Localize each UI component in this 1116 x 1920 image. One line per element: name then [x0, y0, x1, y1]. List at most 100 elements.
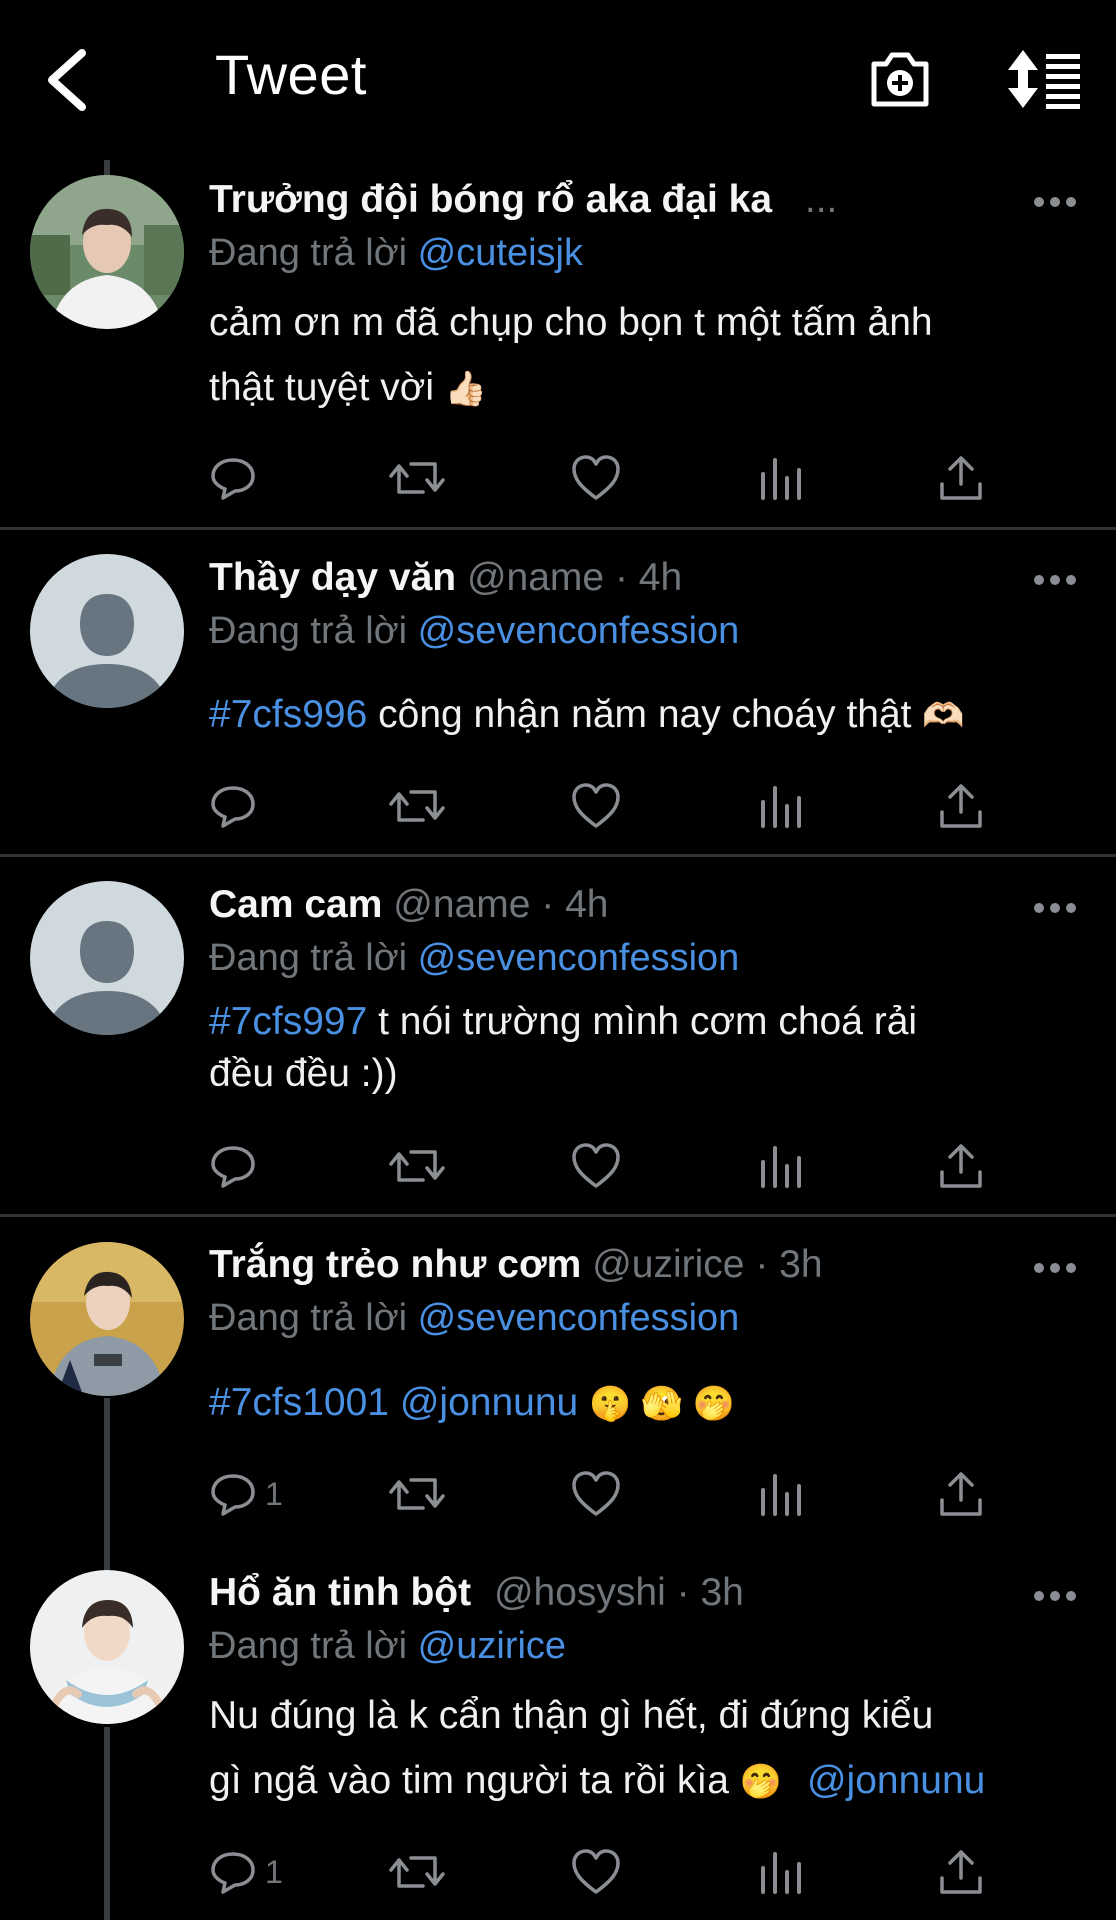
mention-link[interactable]: @jonnunu	[807, 1759, 985, 1802]
reply-to-link[interactable]: @sevenconfession	[418, 1297, 740, 1339]
analytics-icon	[761, 458, 801, 500]
share-button[interactable]	[937, 1842, 985, 1902]
sort-icon[interactable]	[1006, 48, 1082, 110]
chevron-left-icon[interactable]	[40, 45, 100, 115]
handle[interactable]: @uzirice	[592, 1243, 744, 1286]
emoji: 🫶🏻	[922, 697, 965, 735]
display-name[interactable]: Thầy dạy văn	[209, 556, 456, 599]
reply-button[interactable]: 1	[209, 1464, 283, 1524]
reply-count: 1	[265, 1475, 283, 1512]
analytics-icon	[761, 1146, 801, 1188]
tweet-actions: 1	[209, 1464, 1009, 1524]
like-icon	[572, 1849, 620, 1894]
like-icon	[572, 783, 620, 828]
tweet-actions	[209, 776, 1009, 836]
like-button[interactable]	[571, 448, 621, 508]
emoji: 🤭	[739, 1763, 783, 1801]
retweet-icon	[389, 462, 445, 494]
reply-icon	[211, 1474, 255, 1516]
share-icon	[940, 1144, 982, 1188]
reply-context: Đang trả lời @sevenconfession	[209, 1297, 740, 1339]
hashtag-link[interactable]: #7cfs996	[209, 693, 367, 736]
like-button[interactable]	[571, 776, 621, 836]
reply-icon	[211, 458, 255, 500]
reply-icon	[211, 1852, 255, 1894]
more-options-icon[interactable]	[1033, 901, 1077, 915]
retweet-button[interactable]	[389, 1842, 445, 1902]
avatar[interactable]	[30, 1242, 184, 1396]
reply-button[interactable]	[209, 1136, 265, 1196]
timestamp: · 3h	[676, 1571, 744, 1614]
avatar-default[interactable]	[30, 554, 184, 708]
avatar[interactable]	[30, 175, 184, 329]
share-button[interactable]	[937, 448, 985, 508]
like-button[interactable]	[571, 1842, 621, 1902]
retweet-button[interactable]	[389, 776, 445, 836]
handle[interactable]: @name	[467, 556, 604, 599]
tweet-text: cảm ơn m đã chụp cho bọn t một tấm ảnh t…	[209, 301, 933, 409]
handle[interactable]: @hosyshi	[494, 1571, 666, 1614]
avatar[interactable]	[30, 1570, 184, 1724]
divider	[0, 1214, 1116, 1217]
display-name[interactable]: Trắng trẻo như cơm	[209, 1243, 581, 1286]
share-button[interactable]	[937, 1464, 985, 1524]
display-name[interactable]: Cam cam	[209, 883, 382, 926]
handle[interactable]: @name	[393, 883, 530, 926]
retweet-icon	[389, 1478, 445, 1510]
timestamp: · 4h	[541, 883, 609, 926]
reply-button[interactable]	[209, 776, 265, 836]
reply-to-link[interactable]: @cuteisjk	[418, 232, 583, 274]
more-options-icon[interactable]	[1033, 1261, 1077, 1275]
like-button[interactable]	[571, 1136, 621, 1196]
thread-line	[104, 1398, 110, 1573]
analytics-button[interactable]	[759, 776, 803, 836]
reply-button[interactable]: 1	[209, 1842, 283, 1902]
camera-add-icon[interactable]	[868, 48, 932, 110]
timestamp: · 4h	[614, 556, 683, 599]
retweet-button[interactable]	[389, 448, 445, 508]
tweet-text: #7cfs996 công nhận năm nay choáy thật 🫶🏻	[209, 693, 965, 736]
more-options-icon[interactable]	[1033, 573, 1077, 587]
hashtag-link[interactable]: #7cfs1001	[209, 1381, 389, 1424]
emoji: 👍🏻	[444, 370, 488, 408]
retweet-icon	[389, 1150, 445, 1182]
reply-to-link[interactable]: @uzirice	[418, 1625, 566, 1667]
analytics-button[interactable]	[759, 1464, 803, 1524]
reply-context: Đang trả lời @sevenconfession	[209, 610, 740, 652]
avatar-default[interactable]	[30, 881, 184, 1035]
retweet-button[interactable]	[389, 1136, 445, 1196]
reply-context: Đang trả lời @sevenconfession	[209, 937, 740, 979]
like-button[interactable]	[571, 1464, 621, 1524]
retweet-button[interactable]	[389, 1464, 445, 1524]
retweet-icon	[389, 790, 445, 822]
reply-to-link[interactable]: @sevenconfession	[418, 610, 740, 652]
like-icon	[572, 1471, 620, 1516]
mention-link[interactable]: @jonnunu	[389, 1381, 578, 1424]
share-button[interactable]	[937, 776, 985, 836]
analytics-button[interactable]	[759, 1842, 803, 1902]
analytics-button[interactable]	[759, 448, 803, 508]
share-icon	[940, 1472, 982, 1516]
emoji: 🤫 🫣 🤭	[589, 1385, 735, 1423]
reply-count: 1	[265, 1853, 283, 1890]
display-name[interactable]: Trưởng đội bóng rổ aka đại ka	[209, 178, 772, 221]
tweet-text: Nu đúng là k cẩn thận gì hết, đi đứng ki…	[209, 1694, 986, 1802]
share-button[interactable]	[937, 1136, 985, 1196]
top-bar: Tweet	[0, 0, 1116, 160]
truncation-ellipsis: ...	[804, 178, 838, 221]
more-options-icon[interactable]	[1033, 1589, 1077, 1603]
page-title: Tweet	[215, 43, 367, 106]
thread-line	[104, 1727, 110, 1920]
retweet-icon	[389, 1856, 445, 1888]
reply-button[interactable]	[209, 448, 265, 508]
hashtag-link[interactable]: #7cfs997	[209, 1000, 367, 1043]
analytics-button[interactable]	[759, 1136, 803, 1196]
share-icon	[940, 1850, 982, 1894]
display-name[interactable]: Hổ ăn tinh bột	[209, 1571, 471, 1614]
reply-to-link[interactable]: @sevenconfession	[418, 937, 740, 979]
reply-icon	[211, 1146, 255, 1188]
analytics-icon	[761, 1852, 801, 1894]
more-options-icon[interactable]	[1033, 195, 1077, 209]
like-icon	[572, 1143, 620, 1188]
reply-context: Đang trả lời @uzirice	[209, 1625, 567, 1667]
